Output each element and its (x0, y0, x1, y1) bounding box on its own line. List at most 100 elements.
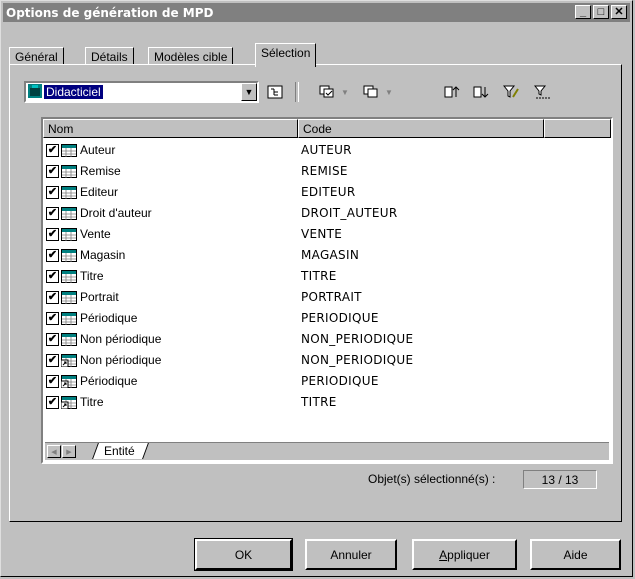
table-icon (61, 207, 77, 220)
row-code: AUTEUR (301, 143, 352, 157)
row-nom: Auteur (80, 143, 116, 157)
row-checkbox[interactable]: ✔ (46, 333, 59, 346)
ok-button[interactable]: OK (194, 538, 293, 571)
sheet-tab-label: Entité (104, 444, 135, 458)
chevron-down-icon[interactable]: ▼ (380, 84, 398, 100)
row-code: TITRE (301, 269, 337, 283)
table-icon (61, 312, 77, 325)
table-icon (61, 228, 77, 241)
sheet-tab-bar: ◀ ▶ Entité (45, 442, 609, 460)
table-row[interactable]: ✔ Non périodique NON_PERIODIQUE (43, 350, 611, 371)
deselect-all-icon[interactable] (362, 84, 380, 100)
minimize-button[interactable]: _ (575, 5, 591, 19)
title-bar-buttons: _ □ ✕ (575, 5, 627, 19)
maximize-button[interactable]: □ (593, 5, 609, 19)
table-icon (61, 165, 77, 178)
apply-button-mnemonic: A (439, 547, 448, 562)
tab-modeles-cible[interactable]: Modèles cible (148, 47, 234, 65)
scroll-right-icon[interactable]: ▶ (62, 445, 76, 458)
column-header-code[interactable]: Code (298, 119, 544, 138)
package-icon (28, 84, 42, 98)
shortcut-table-icon (61, 375, 77, 388)
table-row[interactable]: ✔ Auteur AUTEUR (43, 140, 611, 161)
table-icon (61, 333, 77, 346)
table-icon (61, 291, 77, 304)
row-nom: Remise (80, 164, 121, 178)
row-code: NON_PERIODIQUE (301, 332, 414, 346)
row-code: PERIODIQUE (301, 311, 379, 325)
select-all-icon[interactable] (318, 84, 336, 100)
row-checkbox[interactable]: ✔ (46, 396, 59, 409)
table-row[interactable]: ✔ Portrait PORTRAIT (43, 287, 611, 308)
row-nom: Titre (80, 269, 104, 283)
apply-button[interactable]: Appliquer (412, 539, 517, 570)
row-nom: Non périodique (80, 353, 162, 367)
row-nom: Périodique (80, 311, 138, 325)
help-button[interactable]: Aide (530, 539, 621, 570)
sheet-tab-entite[interactable]: Entité (92, 443, 149, 459)
filter-icon[interactable] (502, 84, 520, 100)
toolbar-separator (295, 82, 299, 102)
row-nom: Droit d'auteur (80, 206, 152, 220)
tab-details[interactable]: Détails (85, 47, 134, 65)
title-bar[interactable]: Options de génération de MPD _ □ ✕ (3, 3, 630, 22)
row-code: EDITEUR (301, 185, 356, 199)
row-code: TITRE (301, 395, 337, 409)
move-bottom-icon[interactable] (472, 84, 490, 100)
row-code: DROIT_AUTEUR (301, 206, 398, 220)
scroll-left-icon[interactable]: ◀ (47, 445, 61, 458)
package-select[interactable]: Didacticiel ▼ (24, 81, 259, 103)
row-checkbox[interactable]: ✔ (46, 270, 59, 283)
row-checkbox[interactable]: ✔ (46, 144, 59, 157)
table-row[interactable]: ✔ Non périodique NON_PERIODIQUE (43, 329, 611, 350)
objects-list[interactable]: Nom Code ✔ Auteur AUTEUR ✔ Remise REMISE ✔ Edit… (41, 117, 613, 464)
list-header: Nom Code (43, 119, 611, 138)
window-title: Options de génération de MPD (6, 5, 214, 20)
row-checkbox[interactable]: ✔ (46, 207, 59, 220)
package-select-value: Didacticiel (44, 85, 103, 99)
table-row[interactable]: ✔ Titre TITRE (43, 266, 611, 287)
table-icon (61, 144, 77, 157)
row-code: MAGASIN (301, 248, 360, 262)
row-nom: Titre (80, 395, 104, 409)
row-checkbox[interactable]: ✔ (46, 186, 59, 199)
row-checkbox[interactable]: ✔ (46, 291, 59, 304)
table-row[interactable]: ✔ Magasin MAGASIN (43, 245, 611, 266)
tab-general[interactable]: Général (9, 47, 64, 65)
row-checkbox[interactable]: ✔ (46, 375, 59, 388)
table-row[interactable]: ✔ Périodique PERIODIQUE (43, 371, 611, 392)
selection-count-value: 13 / 13 (523, 470, 597, 489)
row-checkbox[interactable]: ✔ (46, 228, 59, 241)
row-nom: Portrait (80, 290, 119, 304)
row-checkbox[interactable]: ✔ (46, 165, 59, 178)
row-checkbox[interactable]: ✔ (46, 312, 59, 325)
tab-selection[interactable]: Sélection (255, 43, 317, 67)
shortcut-table-icon (61, 354, 77, 367)
move-top-icon[interactable] (443, 84, 461, 100)
table-row[interactable]: ✔ Titre TITRE (43, 392, 611, 413)
cancel-button[interactable]: Annuler (305, 539, 397, 570)
table-row[interactable]: ✔ Périodique PERIODIQUE (43, 308, 611, 329)
row-code: VENTE (301, 227, 343, 241)
table-row[interactable]: ✔ Remise REMISE (43, 161, 611, 182)
row-code: PERIODIQUE (301, 374, 379, 388)
column-header-empty (544, 119, 611, 138)
close-button[interactable]: ✕ (611, 5, 627, 19)
row-code: REMISE (301, 164, 348, 178)
apply-button-label: ppliquer (447, 547, 490, 562)
selection-count-label: Objet(s) sélectionné(s) : (368, 472, 496, 486)
column-header-nom[interactable]: Nom (43, 119, 298, 138)
chevron-down-icon[interactable]: ▼ (241, 83, 257, 101)
table-row[interactable]: ✔ Editeur EDITEUR (43, 182, 611, 203)
row-nom: Vente (80, 227, 111, 241)
table-icon (61, 270, 77, 283)
table-row[interactable]: ✔ Vente VENTE (43, 224, 611, 245)
clear-filter-icon[interactable] (534, 84, 552, 100)
row-nom: Périodique (80, 374, 138, 388)
package-tree-icon[interactable] (266, 84, 284, 100)
row-checkbox[interactable]: ✔ (46, 354, 59, 367)
table-row[interactable]: ✔ Droit d'auteur DROIT_AUTEUR (43, 203, 611, 224)
chevron-down-icon[interactable]: ▼ (336, 84, 354, 100)
row-checkbox[interactable]: ✔ (46, 249, 59, 262)
table-icon (61, 186, 77, 199)
